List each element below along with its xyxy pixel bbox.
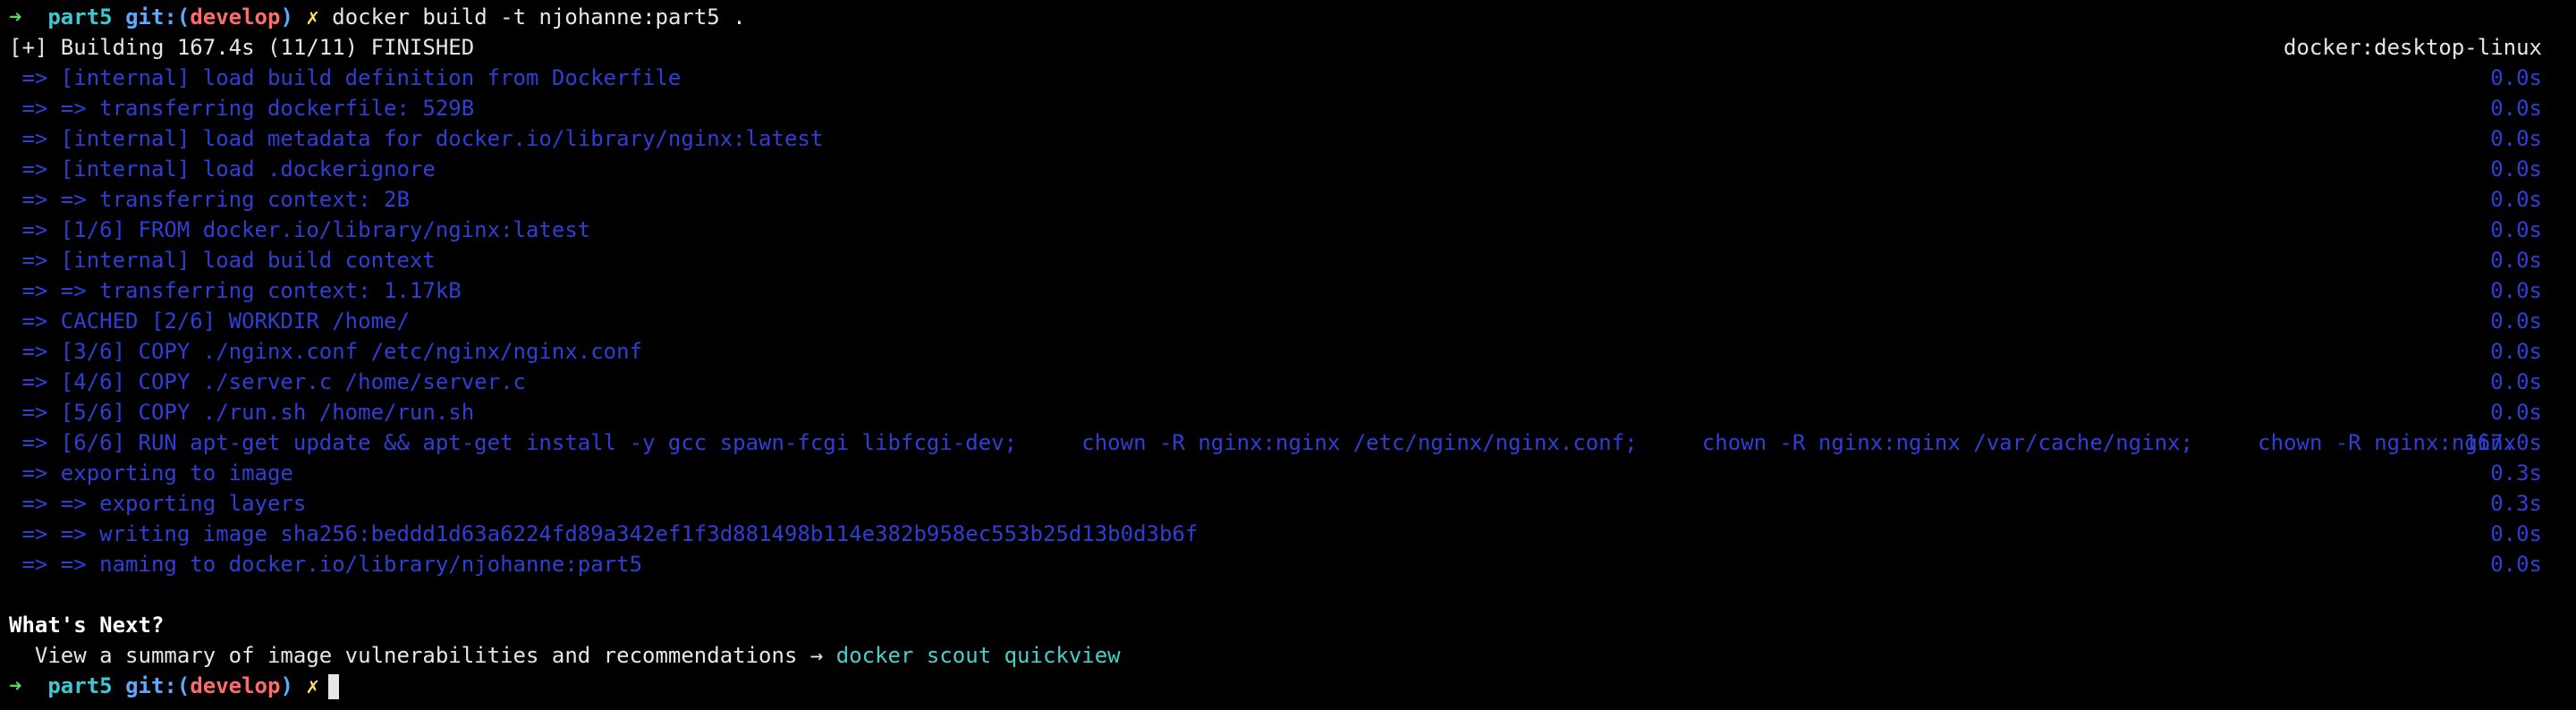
hint-text: View a summary of image vulnerabilities … — [9, 643, 836, 668]
build-step-time: 0.0s — [2490, 248, 2542, 273]
build-step-text: => [internal] load build definition from… — [9, 65, 682, 90]
build-step: => [3/6] COPY ./nginx.conf /etc/nginx/ng… — [9, 336, 2567, 367]
build-header: [+] Building 167.4s (11/11) FINISHED doc… — [9, 32, 2567, 63]
prompt-arrow-icon: ➜ — [9, 4, 22, 30]
build-step: => => naming to docker.io/library/njohan… — [9, 549, 2567, 579]
dirty-mark-icon: ✗ — [306, 4, 319, 30]
build-step: => [1/6] FROM docker.io/library/nginx:la… — [9, 215, 2567, 245]
build-step-time: 0.0s — [2490, 156, 2542, 182]
build-step-text: => => writing image sha256:beddd1d63a622… — [9, 521, 1199, 546]
build-step: => [internal] load build definition from… — [9, 63, 2567, 93]
build-context: docker:desktop-linux — [2284, 35, 2542, 60]
build-step: => [internal] load build context 0.0s — [9, 245, 2567, 275]
prompt-line[interactable]: ➜ part5 git:(develop) ✗ — [9, 671, 2567, 701]
git-suffix: ) — [280, 673, 293, 698]
build-step-time: 0.0s — [2490, 278, 2542, 303]
build-step-time: 0.0s — [2490, 521, 2542, 546]
build-step: => [5/6] COPY ./run.sh /home/run.sh 0.0s — [9, 397, 2567, 427]
build-step: => => transferring dockerfile: 529B 0.0s — [9, 93, 2567, 123]
git-prefix: git:( — [125, 4, 191, 30]
build-step-text: => [5/6] COPY ./run.sh /home/run.sh — [9, 400, 475, 425]
build-step-time: 167.0s — [2464, 430, 2542, 455]
prompt-directory: part5 — [47, 4, 113, 30]
build-step: => exporting to image 0.3s — [9, 458, 2567, 488]
command-text: docker build -t njohanne:part5 . — [332, 4, 746, 30]
build-step: => [internal] load metadata for docker.i… — [9, 123, 2567, 154]
whats-next-heading-line: What's Next? — [9, 610, 2567, 640]
build-step-text: => [6/6] RUN apt-get update && apt-get i… — [9, 430, 2517, 455]
git-prefix: git:( — [125, 673, 191, 698]
build-step-text: => => exporting layers — [9, 491, 307, 516]
build-step-text: => => transferring context: 2B — [9, 187, 410, 212]
prompt-line: ➜ part5 git:(develop) ✗ docker build -t … — [9, 2, 2567, 32]
terminal-window[interactable]: ➜ part5 git:(develop) ✗ docker build -t … — [0, 0, 2576, 710]
build-step-text: => => transferring dockerfile: 529B — [9, 96, 475, 121]
build-step-text: => [4/6] COPY ./server.c /home/server.c — [9, 369, 526, 394]
build-step: => => writing image sha256:beddd1d63a622… — [9, 519, 2567, 549]
build-step-time: 0.0s — [2490, 96, 2542, 121]
build-step-text: => [internal] load build context — [9, 248, 436, 273]
git-branch: develop — [190, 4, 281, 30]
hint-command[interactable]: docker scout quickview — [836, 643, 1121, 668]
dirty-mark-icon: ✗ — [306, 673, 319, 698]
build-step-time: 0.3s — [2490, 461, 2542, 486]
build-step-text: => exporting to image — [9, 461, 293, 486]
prompt-arrow-icon: ➜ — [9, 673, 22, 698]
build-step: => => transferring context: 1.17kB 0.0s — [9, 275, 2567, 306]
build-step-time: 0.0s — [2490, 65, 2542, 90]
build-step-time: 0.0s — [2490, 126, 2542, 151]
git-branch: develop — [190, 673, 281, 698]
whats-next-heading: What's Next? — [9, 613, 165, 638]
build-step-text: => CACHED [2/6] WORKDIR /home/ — [9, 309, 410, 334]
build-step-time: 0.0s — [2490, 552, 2542, 577]
build-step: => => transferring context: 2B 0.0s — [9, 184, 2567, 215]
build-step-text: => [3/6] COPY ./nginx.conf /etc/nginx/ng… — [9, 339, 643, 364]
build-step-time: 0.0s — [2490, 217, 2542, 242]
cursor-block[interactable] — [327, 674, 339, 699]
prompt-directory: part5 — [47, 673, 113, 698]
build-step-text: => [internal] load metadata for docker.i… — [9, 126, 824, 151]
build-step-time: 0.0s — [2490, 309, 2542, 334]
build-step-time: 0.0s — [2490, 187, 2542, 212]
build-step-time: 0.0s — [2490, 339, 2542, 364]
build-step-time: 0.0s — [2490, 400, 2542, 425]
build-step: => CACHED [2/6] WORKDIR /home/0.0s — [9, 306, 2567, 336]
whats-next-hint-line: View a summary of image vulnerabilities … — [9, 640, 2567, 671]
git-suffix: ) — [280, 4, 293, 30]
build-step: => => exporting layers 0.3s — [9, 488, 2567, 519]
build-step: => [6/6] RUN apt-get update && apt-get i… — [9, 427, 2567, 458]
build-step: => [4/6] COPY ./server.c /home/server.c 0… — [9, 367, 2567, 397]
build-step-text: => => naming to docker.io/library/njohan… — [9, 552, 643, 577]
build-step-text: => [internal] load .dockerignore — [9, 156, 436, 182]
build-step: => [internal] load .dockerignore 0.0s — [9, 154, 2567, 184]
build-status: [+] Building 167.4s (11/11) FINISHED — [9, 35, 475, 60]
build-step-text: => => transferring context: 1.17kB — [9, 278, 462, 303]
build-step-time: 0.0s — [2490, 369, 2542, 394]
build-step-time: 0.3s — [2490, 491, 2542, 516]
build-step-text: => [1/6] FROM docker.io/library/nginx:la… — [9, 217, 591, 242]
